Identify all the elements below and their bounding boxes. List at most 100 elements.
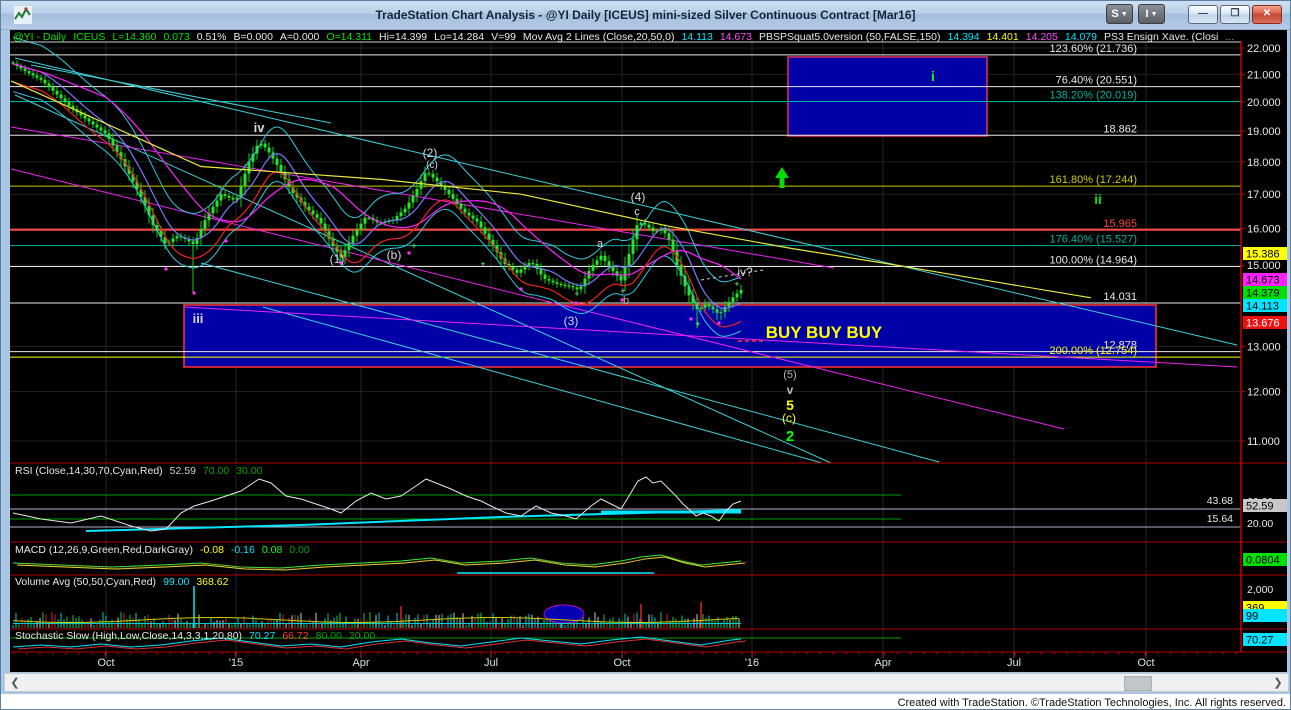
wave-label: (2) — [423, 146, 438, 160]
price-badge-label: 52.59 — [1246, 501, 1274, 513]
entry-plus-marker: + — [480, 259, 485, 269]
close-button[interactable]: ✕ — [1252, 5, 1282, 24]
wave-label: c — [634, 206, 640, 218]
indicator-value: 20.00 — [349, 630, 375, 642]
squat-dot — [165, 268, 168, 271]
squat-dot — [408, 252, 411, 255]
price-badge-label: 99 — [1246, 611, 1258, 623]
fib-label: 76.40% (20.551) — [1056, 75, 1137, 87]
price-badge-label: 14.673 — [1246, 275, 1280, 287]
month-label: Apr — [352, 657, 369, 669]
indicator-value: 14.205 — [1026, 31, 1058, 43]
indicator-value: B=0.000 — [234, 31, 273, 43]
status-line-dropdown-label: S — [1111, 8, 1118, 20]
squat-dot — [225, 240, 228, 243]
indicator-status-row: @YI - DailyICEUSL=14.3600.0730.51%B=0.00… — [13, 31, 1241, 43]
month-label: Oct — [97, 657, 114, 669]
buy-zone-box — [184, 305, 1156, 367]
month-label: '16 — [745, 657, 759, 669]
indicator-value: 14.394 — [947, 31, 979, 43]
volume-label-row: Volume Avg (50,50,Cyan,Red)99.00368.62 — [15, 576, 242, 588]
fib-label: 100.00% (14.964) — [1050, 255, 1137, 267]
fib-label: 138.20% (20.019) — [1050, 90, 1137, 102]
wave-label: b — [623, 295, 629, 307]
status-bar: Created with TradeStation. ©TradeStation… — [1, 694, 1290, 710]
price-badge-label: 15.386 — [1246, 249, 1280, 261]
price-tick-label: 16.000 — [1247, 224, 1281, 236]
indicator-value: 70.00 — [203, 465, 229, 477]
indicator-value: Lo=14.284 — [434, 31, 484, 43]
squat-dot — [690, 318, 693, 321]
indicator-value: Mov Avg 2 Lines (Close,20,50,0) — [523, 31, 675, 43]
squat-dot — [575, 302, 578, 305]
price-tick-label: 15.000 — [1247, 260, 1281, 272]
indicator-value: 0.073 — [163, 31, 189, 43]
fib-label: 161.80% (17.244) — [1050, 174, 1137, 186]
indicator-value: 52.59 — [170, 465, 196, 477]
price-tick-label: 11.000 — [1247, 436, 1280, 448]
indicator-value: 99.00 — [163, 576, 189, 588]
restore-icon: ❐ — [1231, 9, 1240, 19]
month-label: Apr — [874, 657, 891, 669]
price-tick-label: 21.000 — [1247, 69, 1281, 81]
wave-label: (c) — [426, 160, 438, 171]
close-icon: ✕ — [1263, 9, 1271, 19]
indicator-value: 14.401 — [987, 31, 1019, 43]
indicator-dropdown-label: I — [1146, 8, 1149, 20]
month-label: Oct — [1137, 657, 1154, 669]
indicator-value: ICEUS — [73, 31, 105, 43]
projection-box — [788, 57, 987, 136]
scroll-right-arrow-icon[interactable]: ❯ — [1270, 674, 1286, 691]
indicator-dropdown-button[interactable]: I▼ — [1138, 4, 1165, 24]
horizontal-scrollbar[interactable]: ❮ ❯ — [4, 673, 1289, 692]
month-label: Jul — [484, 657, 498, 669]
indicator-value: ... — [1225, 31, 1234, 43]
status-line-dropdown-button[interactable]: S▼ — [1106, 4, 1133, 24]
wave-label: (4) — [631, 190, 646, 204]
tradestation-window: 123.60% (21.736) 76.40% (20.551) 138.20% (… — [0, 0, 1291, 710]
entry-plus-marker: + — [734, 279, 739, 289]
fib-label: 14.031 — [1103, 291, 1137, 303]
stochastic-label-row: Stochastic Slow (High,Low,Close,14,3,3,1… — [15, 630, 389, 642]
price-badge-label: 14.379 — [1246, 288, 1280, 300]
minimize-button[interactable]: — — [1188, 5, 1218, 24]
macd-label-row: MACD (12,26,9,Green,Red,DarkGray)-0.08-0… — [15, 544, 324, 556]
sub-axis-label: 2,000 — [1247, 584, 1273, 596]
indicator-value: V=99 — [491, 31, 516, 43]
month-label: '15 — [229, 657, 243, 669]
fib-label: 200.00% (12.754) — [1050, 345, 1137, 357]
caret-down-icon: ▼ — [1121, 11, 1128, 18]
indicator-value: 14.113 — [681, 31, 712, 43]
squat-dot — [718, 322, 721, 325]
price-tick-label: 19.000 — [1247, 126, 1281, 138]
title-bar[interactable]: TradeStation Chart Analysis - @YI Daily … — [1, 1, 1290, 30]
caret-down-icon: ▼ — [1151, 11, 1158, 18]
wave-label: 2 — [786, 428, 794, 445]
indicator-value: 0.08 — [262, 544, 282, 556]
indicator-value: 80.00 — [316, 630, 342, 642]
indicator-value: 14.673 — [720, 31, 752, 43]
chart-canvas: 123.60% (21.736) 76.40% (20.551) 138.20% (… — [1, 1, 1291, 710]
scroll-left-arrow-icon[interactable]: ❮ — [7, 674, 23, 691]
squat-dot — [193, 292, 196, 295]
restore-button[interactable]: ❐ — [1220, 5, 1250, 24]
price-tick-label: 13.000 — [1247, 341, 1281, 353]
price-badge-label: 14.113 — [1246, 301, 1279, 313]
indicator-value: PS3 Ensign Xave. (Closi — [1104, 31, 1218, 43]
fib-label: 123.60% (21.736) — [1050, 43, 1137, 55]
sub-axis-label: 20.00 — [1247, 518, 1273, 530]
indicator-value: 30.00 — [236, 465, 262, 477]
rsi-label-row: RSI (Close,14,30,70,Cyan,Red)52.5970.003… — [15, 465, 277, 477]
price-tick-label: 20.000 — [1247, 97, 1281, 109]
fib-label: 15.965 — [1103, 218, 1137, 230]
copyright-text: Created with TradeStation. ©TradeStation… — [898, 697, 1286, 709]
indicator-value: O=14.311 — [326, 31, 372, 43]
wave-label: ii — [1094, 191, 1102, 207]
wave-label: BUY BUY BUY — [766, 323, 883, 342]
indicator-value: -0.08 — [200, 544, 224, 556]
wave-label: iv — [254, 120, 266, 135]
volume-label: Volume Avg (50,50,Cyan,Red) — [15, 576, 156, 588]
month-label: Oct — [613, 657, 630, 669]
indicator-value: 70.27 — [249, 630, 275, 642]
scrollbar-thumb[interactable] — [1124, 676, 1152, 691]
